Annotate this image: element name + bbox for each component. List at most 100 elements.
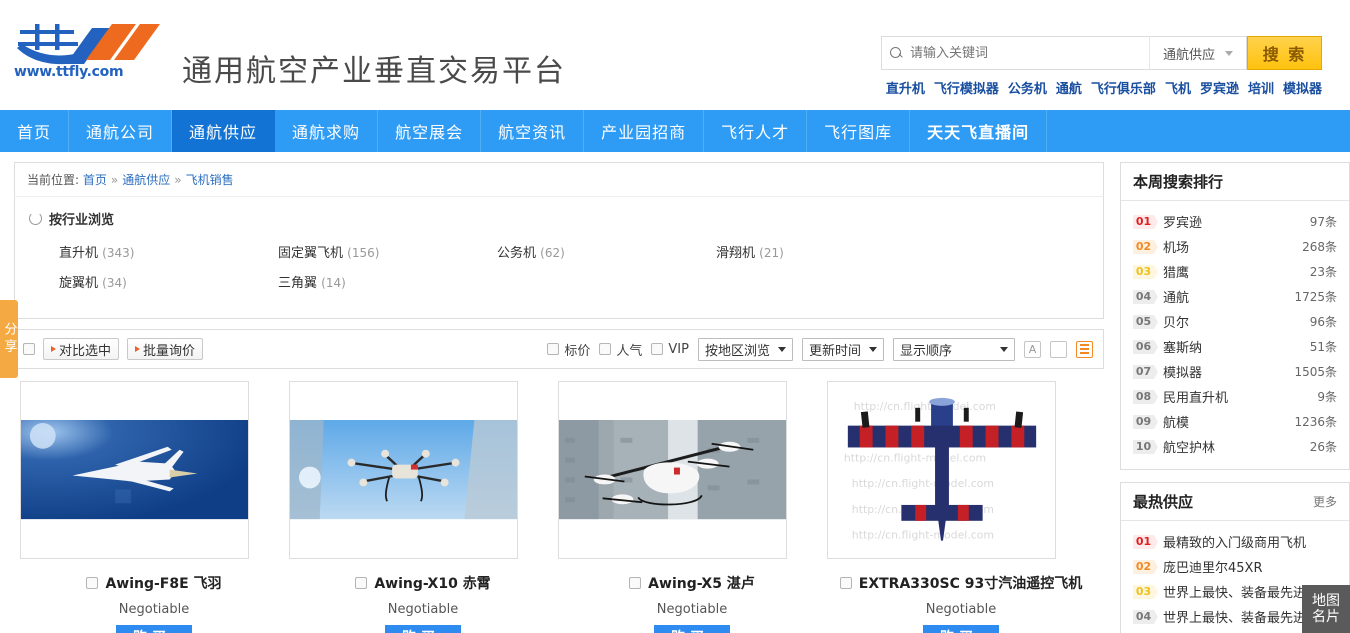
hot-keyword-2[interactable]: 公务机 [1008,78,1047,97]
category-item-1[interactable]: 固定翼飞机 (156) [248,242,467,261]
vip-checkbox[interactable] [651,343,664,355]
nav-item-2[interactable]: 通航供应 [172,110,276,152]
breadcrumb-item-0[interactable]: 首页 [83,171,107,188]
select-all-checkbox[interactable] [23,343,35,355]
rank-item-0[interactable]: 01 罗宾逊 97条 [1133,209,1337,234]
category-item-0[interactable]: 直升机 (343) [29,242,248,261]
product-title-3[interactable]: EXTRA330SC 93寸汽油遥控飞机 [859,573,1082,593]
product-checkbox-2[interactable] [629,577,642,589]
hot-keyword-8[interactable]: 模拟器 [1283,78,1322,97]
share-side-tab[interactable]: 分享 [0,300,18,378]
product-image-3[interactable]: http://cn.flight-model.com http://cn.fli… [827,381,1056,559]
popularity-checkbox[interactable] [599,343,612,355]
grid-view-icon[interactable] [1050,340,1067,358]
filter-vip[interactable]: VIP [651,342,689,357]
industry-category-grid: 直升机 (343) 固定翼飞机 (156) 公务机 (62) 滑翔机 (21) [29,242,1089,302]
category-name-3: 滑翔机 [716,246,756,261]
search-category-select[interactable]: 通航供应 [1149,36,1247,70]
rank-item-5[interactable]: 06 塞斯纳 51条 [1133,334,1337,359]
map-business-card-float[interactable]: 地图 名片 [1302,585,1350,633]
product-card-0: Awing-F8E 飞羽 Negotiable 购 买 [20,381,288,633]
product-name-row-0: Awing-F8E 飞羽 [20,573,288,593]
search-button[interactable]: 搜 索 [1247,36,1322,70]
nav-item-3[interactable]: 通航求购 [275,110,379,152]
rank-count-8: 1236条 [1294,415,1337,429]
search-field-wrapper[interactable] [881,36,1149,70]
rank-badge-8: 09 [1133,414,1158,429]
category-name-4: 旋翼机 [59,276,99,291]
nav-label-0: 首页 [17,123,52,142]
breadcrumb-item-1[interactable]: 通航供应 [122,171,170,188]
category-item-3[interactable]: 滑翔机 (21) [686,242,905,261]
product-checkbox-1[interactable] [355,577,368,589]
display-order-select[interactable]: 显示顺序 [893,337,1015,361]
list-view-icon[interactable] [1076,340,1093,358]
category-count-1: (156) [347,246,380,260]
product-image-0[interactable] [20,381,249,559]
rank-name-9: 航空护林 [1163,441,1216,456]
hot-keyword-3[interactable]: 通航 [1056,78,1082,97]
rank-name-6: 模拟器 [1163,366,1203,381]
buy-button-0[interactable]: 购 买 [116,625,192,633]
buy-button-3[interactable]: 购 买 [923,625,999,633]
hot-keyword-6[interactable]: 罗宾逊 [1200,78,1239,97]
product-checkbox-3[interactable] [839,577,852,589]
search-input[interactable] [908,44,1149,62]
hot-supply-more-link[interactable]: 更多 [1313,493,1337,510]
hot-supply-item-0[interactable]: 01 最精致的入门级商用飞机 [1133,529,1337,554]
update-time-select[interactable]: 更新时间 [801,337,884,361]
triangle-right-icon [51,346,56,352]
product-image-2[interactable] [558,381,787,559]
nav-item-9[interactable]: 天天飞直播间 [910,110,1048,152]
rank-item-1[interactable]: 02 机场 268条 [1133,234,1337,259]
nav-item-8[interactable]: 飞行图库 [807,110,911,152]
svg-text:http://cn.flight-model.com: http://cn.flight-model.com [852,528,994,541]
nav-item-1[interactable]: 通航公司 [69,110,173,152]
rank-name-1: 机场 [1163,241,1190,256]
filter-price[interactable]: 标价 [547,340,590,359]
rank-item-7[interactable]: 08 民用直升机 9条 [1133,384,1337,409]
breadcrumb-item-2[interactable]: 飞机销售 [186,171,234,188]
nav-item-6[interactable]: 产业园招商 [584,110,705,152]
compare-selected-button[interactable]: 对比选中 [43,338,120,360]
rank-item-2[interactable]: 03 猎鹰 23条 [1133,259,1337,284]
rank-count-4: 96条 [1309,315,1337,329]
nav-item-5[interactable]: 航空资讯 [481,110,585,152]
buy-button-1[interactable]: 购 买 [385,625,461,633]
rank-item-8[interactable]: 09 航模 1236条 [1133,409,1337,434]
nav-item-0[interactable]: 首页 [0,110,70,152]
price-checkbox[interactable] [547,343,560,355]
category-item-2[interactable]: 公务机 (62) [467,242,686,261]
filter-popularity[interactable]: 人气 [599,340,642,359]
nav-item-4[interactable]: 航空展会 [378,110,482,152]
nav-item-7[interactable]: 飞行人才 [704,110,808,152]
rank-item-6[interactable]: 07 模拟器 1505条 [1133,359,1337,384]
hot-keyword-0[interactable]: 直升机 [886,78,925,97]
product-title-0[interactable]: Awing-F8E 飞羽 [105,573,221,593]
product-title-1[interactable]: Awing-X10 赤霄 [374,573,490,593]
hot-keyword-5[interactable]: 飞机 [1165,78,1191,97]
hot-keyword-4[interactable]: 飞行俱乐部 [1091,78,1156,97]
region-select[interactable]: 按地区浏览 [697,337,793,361]
category-count-5: (14) [321,276,346,290]
text-view-icon[interactable]: A [1024,340,1041,358]
hot-keyword-1[interactable]: 飞行模拟器 [934,78,999,97]
site-slogan: 通用航空产业垂直交易平台 [182,54,566,89]
hot-keyword-7[interactable]: 培训 [1248,78,1274,97]
product-title-2[interactable]: Awing-X5 湛卢 [648,573,755,593]
category-item-4[interactable]: 旋翼机 (34) [29,272,248,291]
buy-button-2[interactable]: 购 买 [654,625,730,633]
chevron-down-icon [869,346,877,352]
search-ranking-panel: 本周搜索排行 01 罗宾逊 97条 02 机场 268条 03 猎鹰 23条 0… [1120,162,1350,470]
rank-count-5: 51条 [1309,340,1337,354]
hot-supply-name-0: 最精致的入门级商用飞机 [1163,536,1307,551]
rank-item-4[interactable]: 05 贝尔 96条 [1133,309,1337,334]
site-logo[interactable]: www.ttfly.com [14,22,169,80]
rank-item-3[interactable]: 04 通航 1725条 [1133,284,1337,309]
category-item-5[interactable]: 三角翼 (14) [248,272,467,291]
product-image-1[interactable] [289,381,518,559]
product-checkbox-0[interactable] [86,577,99,589]
batch-inquiry-button[interactable]: 批量询价 [127,338,204,360]
rank-item-9[interactable]: 10 航空护林 26条 [1133,434,1337,459]
hot-supply-item-1[interactable]: 02 庞巴迪里尔45XR [1133,554,1337,579]
